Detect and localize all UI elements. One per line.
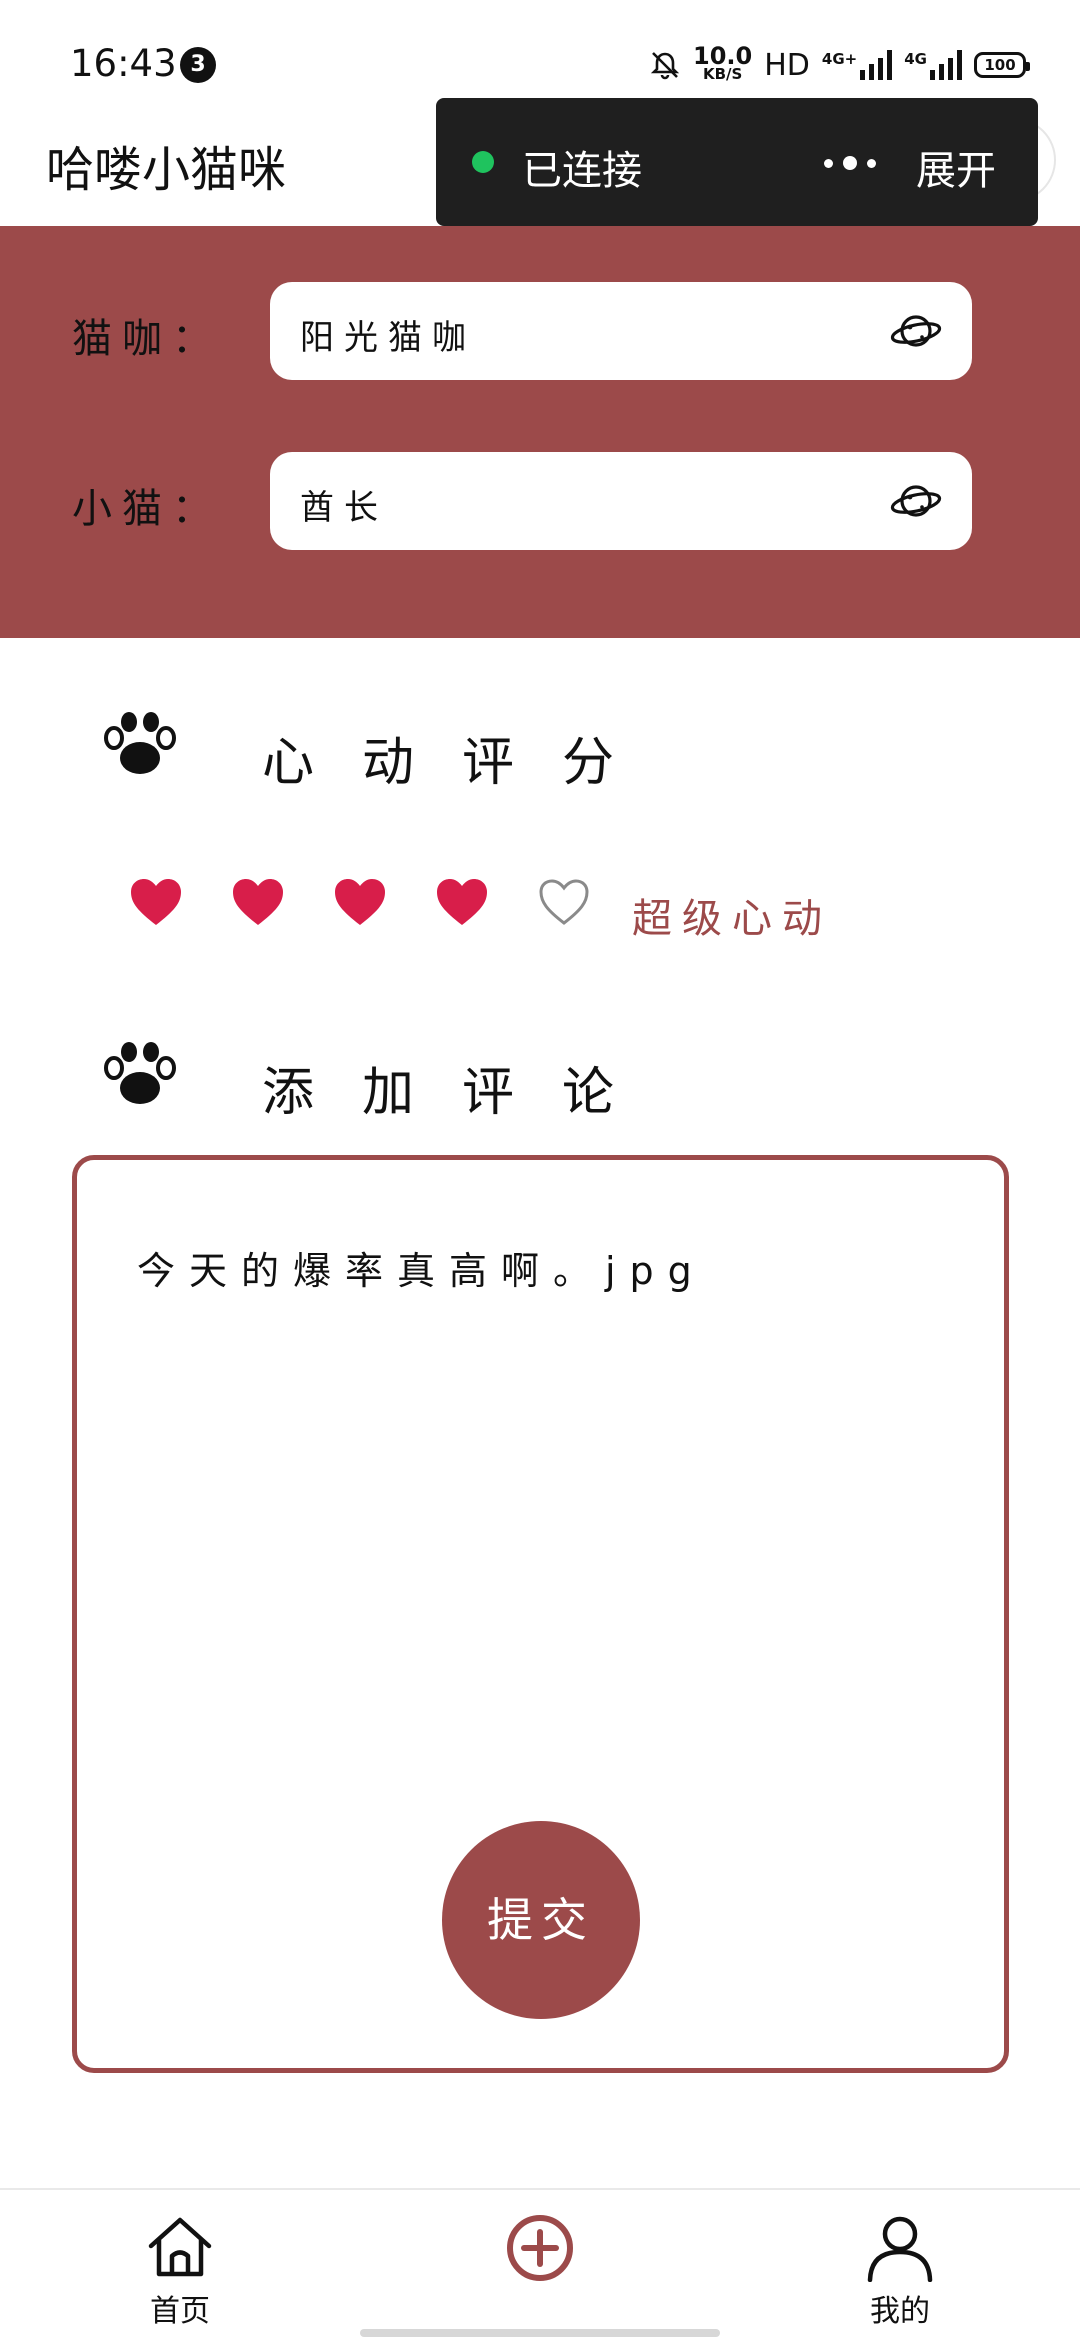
signal-bars-icon — [860, 50, 893, 80]
cat-label: 小猫： — [72, 486, 222, 532]
home-indicator[interactable] — [360, 2329, 720, 2337]
status-icons: 10.0 KB/S HD 4G+ 4G 100 — [649, 42, 1030, 86]
heart-icon[interactable] — [128, 876, 184, 928]
paw-icon — [104, 712, 176, 774]
network-speed: 10.0 KB/S — [693, 42, 753, 83]
home-icon — [148, 2217, 212, 2277]
tab-home-label: 首页 — [150, 2294, 210, 2329]
page-title: 哈喽小猫咪 — [46, 142, 287, 198]
rating-level-text: 超级心动 — [632, 896, 832, 942]
submit-button[interactable]: 提交 — [442, 1821, 640, 2019]
heart-icon[interactable] — [230, 876, 286, 928]
heart-icon[interactable] — [434, 876, 490, 928]
mute-bell-icon — [650, 52, 680, 80]
heart-rating[interactable] — [128, 876, 592, 928]
battery-icon: 100 — [974, 52, 1030, 78]
paw-icon — [104, 1042, 176, 1104]
connected-dot — [472, 151, 494, 173]
cafe-value: 阳光猫咖 — [300, 318, 476, 358]
planet-icon[interactable] — [890, 477, 942, 525]
cat-field[interactable]: 酋长 — [270, 452, 972, 550]
planet-icon[interactable] — [890, 307, 942, 355]
comment-title: 添加评论 — [262, 1063, 663, 1123]
hd-label: HD — [764, 47, 810, 83]
selection-panel: 猫咖： 阳光猫咖 小猫： 酋长 — [0, 226, 1080, 638]
heart-outline-icon[interactable] — [536, 876, 592, 928]
cafe-label: 猫咖： — [72, 316, 222, 362]
tab-mine[interactable]: 我的 — [840, 2212, 960, 2330]
notification-badge: 3 — [180, 47, 216, 83]
comment-text: 今天的爆率真高啊。jpg — [137, 1249, 706, 1293]
cafe-field[interactable]: 阳光猫咖 — [270, 282, 972, 380]
tab-add[interactable] — [480, 2212, 600, 2284]
tab-bar: 首页 我的 — [0, 2188, 1080, 2340]
more-dots-icon[interactable] — [824, 156, 876, 170]
tab-home[interactable]: 首页 — [120, 2212, 240, 2330]
add-circle-icon — [507, 2215, 573, 2281]
tab-mine-label: 我的 — [870, 2294, 930, 2329]
connection-status: 已连接 — [522, 148, 642, 194]
status-time: 16:43 — [70, 42, 177, 85]
rating-title: 心动评分 — [262, 733, 663, 793]
heart-icon[interactable] — [332, 876, 388, 928]
signal-sim1: 4G+ — [822, 50, 893, 80]
connection-toast: 已连接 展开 — [436, 98, 1038, 226]
signal-sim2: 4G — [904, 50, 962, 80]
signal-bars-icon — [930, 50, 962, 80]
cat-value: 酋长 — [300, 488, 388, 528]
expand-button[interactable]: 展开 — [916, 138, 996, 196]
app-screen: 16:43 3 10.0 KB/S HD 4G+ 4G 100 哈喽小猫咪 已连… — [0, 0, 1080, 2340]
user-icon — [867, 2216, 933, 2282]
